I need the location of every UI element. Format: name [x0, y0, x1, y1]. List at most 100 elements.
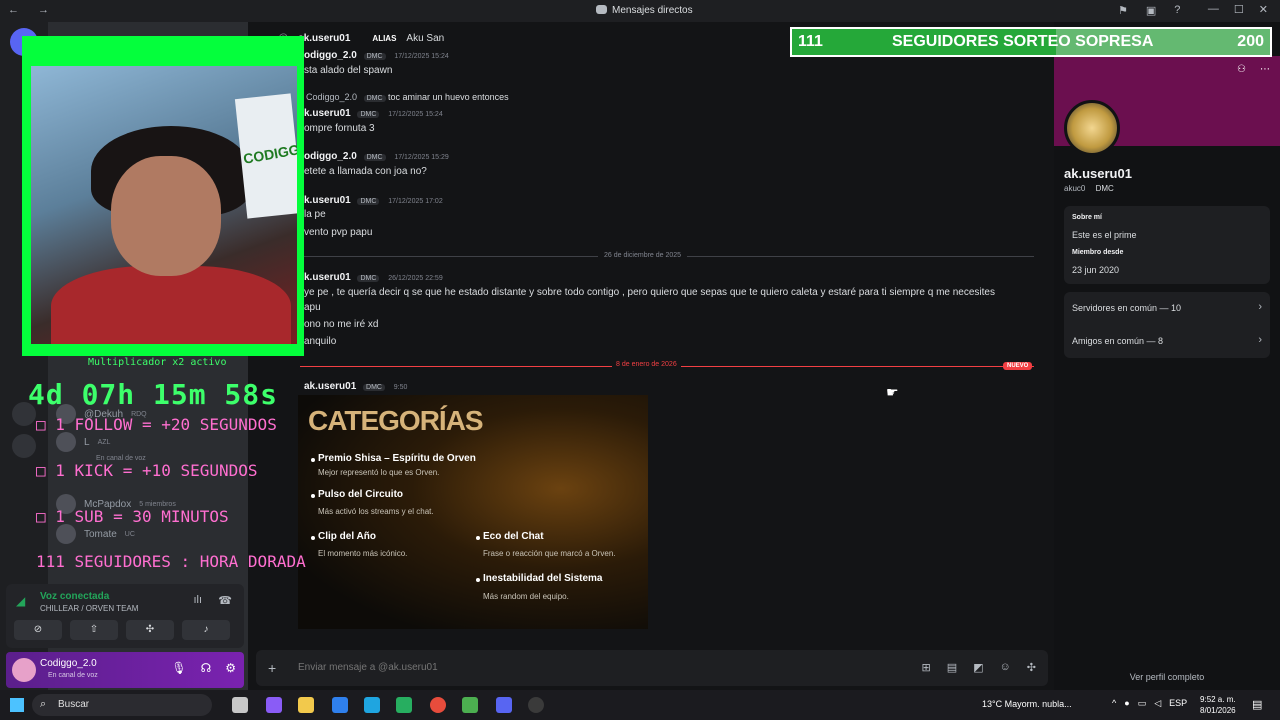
alias-value: Aku San — [406, 32, 445, 44]
message-author[interactable]: ak.useru01 — [304, 381, 356, 392]
webcam-shirt — [51, 266, 291, 344]
timestamp: 17/12/2025 15:24 — [388, 111, 443, 118]
view-full-profile-link[interactable]: Ver perfil completo — [1054, 672, 1280, 682]
task-view-icon[interactable] — [232, 697, 248, 713]
sticker-icon[interactable]: ◩ — [973, 661, 983, 674]
webcam-face — [111, 156, 221, 276]
minecraft-icon[interactable] — [462, 697, 478, 713]
clock-time: 9:52 a. m. — [1200, 695, 1236, 704]
mutual-servers[interactable]: Servidores en común — 10 — [1072, 303, 1181, 313]
message-author[interactable]: k.useru01 — [304, 195, 351, 206]
copilot-icon[interactable] — [266, 697, 282, 713]
plus-icon[interactable]: + — [268, 660, 276, 676]
volume-icon[interactable]: ◁ — [1154, 698, 1161, 709]
subathon-timer: 4d 07h 15m 58s — [28, 378, 279, 411]
screen-icon[interactable]: ▣ — [1146, 4, 1156, 17]
microphone-icon[interactable]: ● — [1124, 698, 1129, 709]
apps-icon[interactable]: ✣ — [1027, 661, 1036, 674]
inbox-icon[interactable]: ⚑ — [1118, 4, 1128, 17]
date-divider-label: 26 de diciembre de 2025 — [598, 252, 688, 259]
embed-title: CATEGORÍAS — [308, 405, 484, 436]
activities-button[interactable]: ✣ — [126, 620, 174, 640]
mail-icon[interactable] — [332, 697, 348, 713]
message-author[interactable]: odiggo_2.0 — [304, 50, 357, 61]
avatar[interactable] — [12, 658, 36, 682]
avatar[interactable] — [1064, 100, 1120, 156]
noise-suppression-icon[interactable]: ılı — [193, 594, 202, 606]
weather-widget[interactable]: 13°C Mayorm. nubla... — [982, 699, 1072, 709]
obs-icon[interactable] — [528, 697, 544, 713]
category-name: Clip del Año — [318, 531, 376, 542]
clan-tag: DMC — [363, 95, 386, 102]
multiplier-label: Multiplicador x2 activo — [88, 357, 227, 368]
screen-share-button[interactable]: ⇧ — [70, 620, 118, 640]
add-friend-icon[interactable]: ⚇ — [1237, 64, 1246, 75]
gift-icon[interactable]: ⊞ — [922, 661, 931, 674]
voice-status[interactable]: Voz conectada — [40, 591, 109, 602]
window-title: Mensajes directos — [612, 5, 693, 16]
rule-line: □ 1 FOLLOW = +20 SEGUNDOS — [36, 415, 277, 434]
clock[interactable]: 9:52 a. m. 8/01/2026 — [1200, 694, 1236, 716]
maximize-button[interactable]: ☐ — [1234, 3, 1244, 16]
hand-cursor-icon: ☛ — [886, 384, 899, 400]
message-author[interactable]: odiggo_2.0 — [304, 151, 357, 162]
clan-tag: DMC — [357, 198, 380, 205]
attachment-image[interactable]: CATEGORÍAS Premio Shisa – Espíritu de Or… — [298, 395, 648, 629]
timestamp: 9:50 — [393, 384, 408, 391]
chevron-right-icon: › — [1258, 334, 1262, 346]
discord-icon[interactable] — [496, 697, 512, 713]
rule-line: □ 1 SUB = 30 MINUTOS — [36, 507, 229, 526]
category-name: Premio Shisa – Espíritu de Orven — [318, 453, 476, 464]
windows-start-icon[interactable] — [10, 698, 24, 712]
network-icon[interactable]: ▭ — [1138, 698, 1147, 709]
profile-name: ak.useru01 — [1064, 166, 1132, 181]
soundboard-button[interactable]: ♪ — [182, 620, 230, 640]
headphones-icon[interactable]: ☊ — [201, 661, 212, 675]
message-text: ye pe , te quería decir q se que he esta… — [304, 287, 995, 298]
close-button[interactable]: ✕ — [1259, 3, 1268, 16]
search-icon: ⌕ — [40, 698, 47, 710]
more-icon[interactable]: ⋯ — [1260, 64, 1270, 75]
taskbar-search[interactable]: Buscar — [32, 694, 212, 716]
mutual-friends[interactable]: Amigos en común — 8 — [1072, 336, 1163, 346]
voice-channel[interactable]: CHILLEAR / ORVEN TEAM — [40, 604, 138, 613]
message-input[interactable] — [298, 662, 858, 673]
message-author[interactable]: k.useru01 — [304, 108, 351, 119]
bullet-icon — [311, 536, 315, 540]
camera-button[interactable]: ⊘ — [14, 620, 62, 640]
edge-icon[interactable] — [364, 697, 380, 713]
reply-preview[interactable]: Codiggo_2.0 DMC toc aminar un huevo ento… — [306, 92, 509, 102]
message-author[interactable]: k.useru01 — [304, 272, 351, 283]
timestamp: 17/12/2025 15:29 — [394, 154, 449, 161]
emoji-icon[interactable]: ☺ — [1000, 661, 1011, 674]
about-card: Sobre mí Este es el prime Miembro desde … — [1064, 206, 1270, 284]
bullet-icon — [311, 458, 315, 462]
file-explorer-icon[interactable] — [298, 697, 314, 713]
disconnect-icon[interactable]: ☎ — [218, 594, 232, 607]
notification-icon[interactable]: ▤ — [1252, 698, 1262, 711]
gif-icon[interactable]: ▤ — [947, 661, 957, 674]
store-icon[interactable] — [396, 697, 412, 713]
category-name: Pulso del Circuito — [318, 489, 404, 500]
nav-arrows[interactable]: ← → — [8, 4, 57, 16]
minimize-button[interactable]: — — [1208, 3, 1219, 16]
microphone-icon[interactable]: 🎙︎ — [171, 661, 186, 675]
message-text: vento pvp papu — [304, 227, 373, 238]
goal-current: 111 — [798, 33, 823, 50]
profile-tag: akuc0 DMC — [1064, 184, 1114, 193]
bullet-icon — [476, 536, 480, 540]
explore-icon[interactable] — [12, 434, 36, 458]
help-icon[interactable]: ? — [1174, 4, 1180, 17]
user-name[interactable]: Codiggo_2.0 — [40, 658, 97, 669]
user-status: En canal de voz — [48, 672, 98, 679]
avatar — [56, 432, 76, 452]
chat-title[interactable]: ak.useru01 — [298, 33, 350, 44]
chrome-icon[interactable] — [430, 697, 446, 713]
profile-username: akuc0 — [1064, 184, 1086, 193]
window-controls: — ☐ ✕ — [1208, 3, 1268, 16]
language-indicator[interactable]: ESP — [1169, 698, 1187, 709]
message: k.useru01 DMC 26/12/2025 22:59 — [304, 272, 443, 283]
show-hidden-icon[interactable]: ^ — [1112, 698, 1116, 709]
title-bar: ← → Mensajes directos ⚑ ▣ ? — ☐ ✕ — [0, 0, 1280, 22]
gear-icon[interactable]: ⚙ — [225, 661, 236, 675]
